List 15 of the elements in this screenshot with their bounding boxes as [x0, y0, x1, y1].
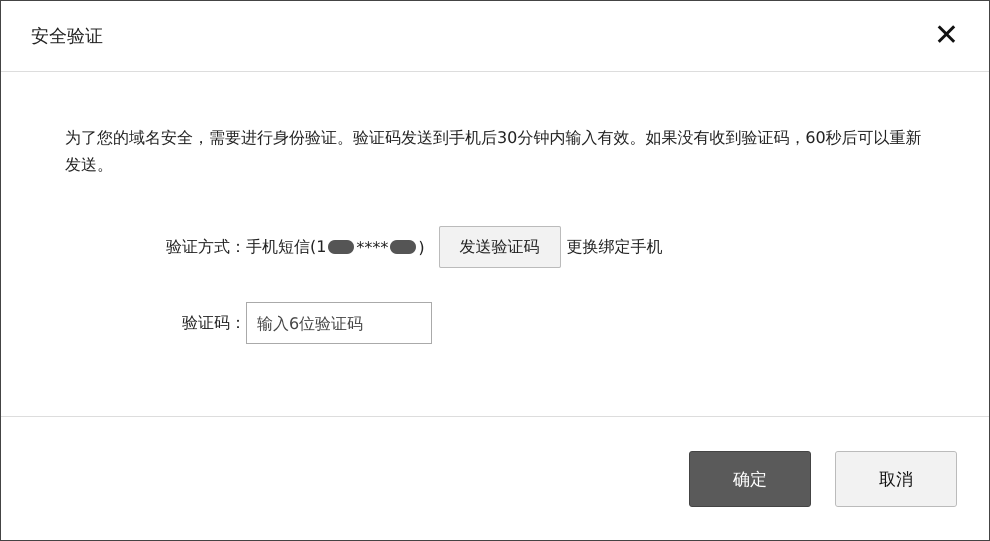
close-icon[interactable]: ✕ [934, 21, 959, 51]
notice-text: 为了您的域名安全，需要进行身份验证。验证码发送到手机后30分钟内输入有效。如果没有收到验证码，60秒后可以重新发送。 [65, 127, 923, 176]
cancel-button[interactable]: 取消 [835, 451, 957, 507]
phone-text: **** [356, 238, 388, 256]
send-code-button[interactable]: 发送验证码 [438, 226, 561, 268]
code-label: 验证码： [181, 312, 246, 334]
method-label: 验证方式： [165, 236, 246, 258]
dialog-title: 安全验证 [31, 25, 103, 48]
change-phone-link[interactable]: 更换绑定手机 [566, 236, 663, 258]
phone-text: ) [418, 238, 425, 256]
redaction-mark [390, 240, 416, 254]
code-input-field[interactable]: 输入6位验证码 [246, 302, 432, 344]
phone-text: 手机短信(1 [246, 236, 326, 258]
confirm-button[interactable]: 确定 [689, 451, 811, 507]
redaction-mark [328, 240, 354, 254]
